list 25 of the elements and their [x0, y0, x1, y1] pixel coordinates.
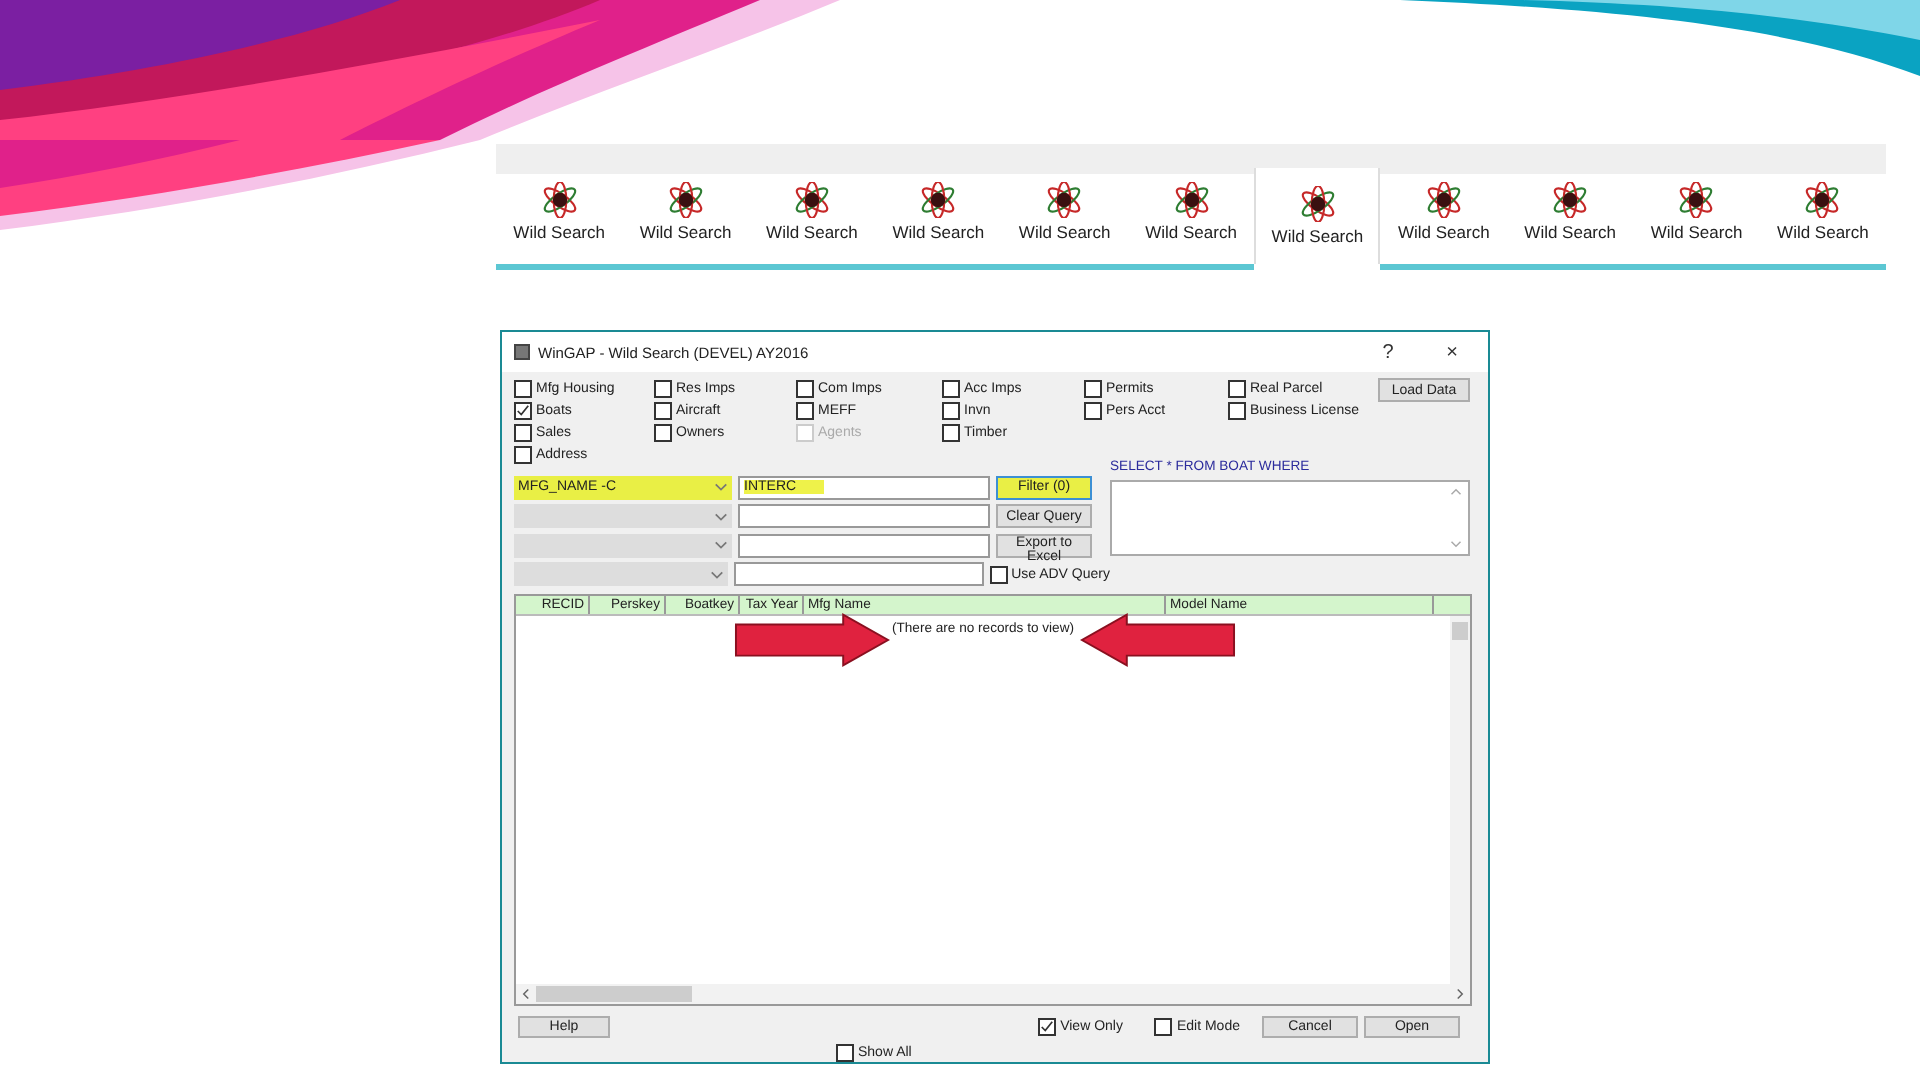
checkmark-icon	[1040, 1019, 1055, 1033]
close-button[interactable]: ×	[1424, 341, 1480, 363]
horizontal-scrollbar[interactable]	[516, 984, 1470, 1004]
sql-text-area[interactable]	[1110, 480, 1470, 556]
field-dropdown[interactable]	[514, 504, 732, 529]
chevron-down-icon	[714, 511, 728, 522]
arrow-left-icon	[1080, 612, 1236, 668]
wild-search-tab[interactable]: Wild Search	[1254, 168, 1381, 264]
value-input-field[interactable]	[738, 533, 990, 558]
chevron-down-icon	[714, 482, 728, 493]
chevron-down-icon	[714, 540, 728, 551]
scroll-down-icon	[1450, 540, 1462, 548]
vertical-scrollbar[interactable]	[1450, 616, 1470, 984]
value-input-field[interactable]	[738, 504, 990, 529]
value-input-field[interactable]	[734, 562, 984, 587]
checkmark-icon	[516, 404, 530, 418]
field-dropdown[interactable]	[514, 533, 732, 558]
help-button[interactable]: ?	[1360, 341, 1416, 363]
scroll-left-icon	[522, 988, 530, 1000]
arrow-right-icon	[734, 612, 890, 668]
scroll-up-icon	[1450, 488, 1462, 496]
field-dropdown[interactable]	[514, 562, 729, 587]
app-icon	[514, 344, 530, 360]
scroll-right-icon	[1456, 988, 1464, 1000]
chevron-down-icon	[710, 569, 725, 580]
